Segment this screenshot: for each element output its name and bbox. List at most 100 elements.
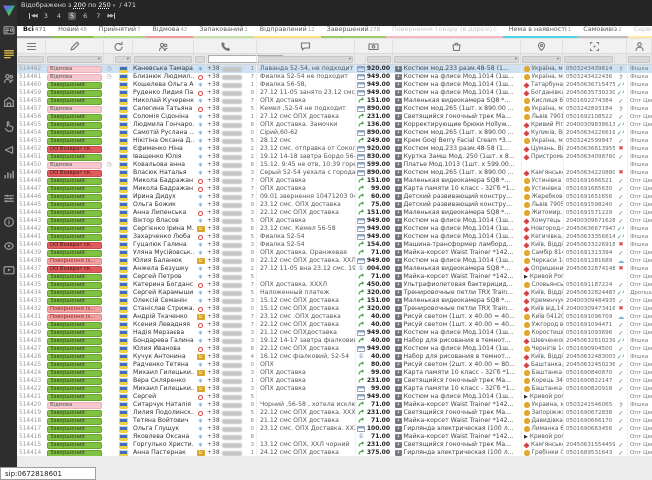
table-row[interactable]: 514415ЗавершенийГоргулько Христи...✳+383…	[17, 441, 652, 449]
table-row[interactable]: 514453ЗавершенийНікітіна Оксана Д...✳+38…	[17, 137, 652, 145]
table-row[interactable]: 514429ЗавершенийНадія Мерзаєва✳+38321.12…	[17, 329, 652, 337]
table-row[interactable]: 514434ЗавершенийСергей Карамыши...✳+385Н…	[17, 289, 652, 297]
table-row[interactable]: 514444ЗавершенийАнна Липенська+38322.12 …	[17, 209, 652, 217]
tab-повернення-товару-в-дорозі-[interactable]: Повернення товару (в дорозі)0	[386, 26, 503, 38]
first-page-button[interactable]: ◀◀	[29, 13, 37, 19]
table-row[interactable]: 514436ЗавершенийСергей Петров✳+38571.001…	[17, 273, 652, 281]
table-row[interactable]: 514451ЗавершенийІващенко Юлія✳+38219.12 …	[17, 153, 652, 161]
filter-dropdown[interactable]: ▾	[394, 56, 519, 63]
eye-icon[interactable]	[2, 239, 15, 252]
range-caret-icon[interactable]: ▾	[113, 3, 116, 9]
table-row[interactable]: 514447ЗавершенийМикола Бадражан+387ОПХ д…	[17, 185, 652, 193]
filter-dropdown[interactable]: ▾	[47, 56, 102, 63]
tab-самовивіз[interactable]: Самовивіз2	[577, 26, 627, 38]
column-header-edit-icon[interactable]	[46, 39, 104, 53]
table-row[interactable]: 514460ЗавершенийКошелева Ольга А...✳+381…	[17, 81, 652, 89]
contacts-icon[interactable]	[2, 71, 15, 84]
table-row[interactable]: 514423ЗавершенийВера Скляренко✳+381ОПХ д…	[17, 377, 652, 385]
table-row[interactable]: 514425ЗавершенийРадченко Тетяна✳+380ОПХ8…	[17, 361, 652, 369]
table-row[interactable]: 514462Відмова◷Каневська Тамара✳+381Лаван…	[17, 65, 652, 73]
product-title: Детский развивающий констру...	[404, 193, 513, 201]
table-row[interactable]: 514432Повернення (з...Станіслав Стрижа..…	[17, 305, 652, 313]
table-row[interactable]: 514445ЗавершенийОльга Божик✳+38923.12 см…	[17, 201, 652, 209]
table-row[interactable]: 514433ЗавершенийОлексій Семанін✳+38315.1…	[17, 297, 652, 305]
video-icon[interactable]	[2, 263, 15, 276]
column-header-person-icon[interactable]	[627, 39, 652, 53]
page-button[interactable]: 6	[81, 12, 89, 20]
table-row[interactable]: 514456ЗавершенийСоломія Сідоніна✳+38127.…	[17, 113, 652, 121]
table-row[interactable]: 514435ЗавершенийКатерина Богданс...+387О…	[17, 281, 652, 289]
page-button[interactable]: 5	[68, 12, 76, 20]
table-row[interactable]: 514426ЗавершенийКучук Антонинаlc+38416.1…	[17, 353, 652, 361]
range-from[interactable]: 200	[74, 1, 86, 9]
order-total: 151.00	[366, 297, 393, 305]
table-row[interactable]: 514421ЗавершенийСергей+385949.001Костюм …	[17, 393, 652, 401]
column-header-bag-icon[interactable]	[393, 39, 521, 53]
filter-dropdown[interactable]	[195, 56, 205, 63]
warehouse-icon[interactable]	[2, 95, 15, 108]
table-row[interactable]: 514438Повернення (з...Юлия Баланюкlc+389…	[17, 257, 652, 265]
table-row[interactable]: 514420ВідмоваСитарчук Наталія✳+389Чорний…	[17, 401, 652, 409]
column-header-list-icon[interactable]	[17, 39, 46, 53]
column-header-location-icon[interactable]	[521, 39, 563, 53]
table-row[interactable]: 514419ЗавершенийЛилия Подолинск...+38522…	[17, 409, 652, 417]
table-row[interactable]: 514449DO Возврат ск.Власюк Наталья✳+383С…	[17, 169, 652, 177]
info-icon[interactable]	[2, 215, 15, 228]
table-row[interactable]: 514442ЗавершенийСергієнко Ірина М...lc+3…	[17, 225, 652, 233]
table-row[interactable]: 514446ЗавершенийИрина Дидух✳+38709.01 зв…	[17, 193, 652, 201]
table-row[interactable]: 514454ЗавершенийСамотій Руслана ...✳+380…	[17, 129, 652, 137]
table-row[interactable]: 514461Відмова◷Близнюк Людмил...+387Фиалк…	[17, 73, 652, 81]
product-title: Набор для рисования в темнот...	[404, 337, 511, 345]
column-header-phone-icon[interactable]	[194, 39, 257, 53]
orders-icon[interactable]	[2, 47, 15, 60]
stats-icon[interactable]	[2, 167, 15, 180]
table-row[interactable]: 514452DO Возврат ск.Єфименко Ніна✳+38223…	[17, 145, 652, 153]
table-row[interactable]: 514440DO Возврат ск.Гуцалюк Галина✳+383Ф…	[17, 241, 652, 249]
table-row[interactable]: 514443ЗавершенийВіктор Власов✳+385ОПХ до…	[17, 217, 652, 225]
table-row[interactable]: 514431Повернення (з...Андрій Ткаченкоlc+…	[17, 313, 652, 321]
column-header-chat-icon[interactable]	[257, 39, 355, 53]
filter-dropdown[interactable]	[628, 56, 650, 63]
campaign-icon[interactable]	[2, 143, 15, 156]
filter-dropdown[interactable]	[564, 56, 613, 63]
table-row[interactable]: 514416ЗавершенийЯковлева Оксана✳+388①71.…	[17, 433, 652, 441]
column-header-users-icon[interactable]	[133, 39, 194, 53]
tracking-number: 20450634226619	[563, 129, 615, 137]
table-row[interactable]: 514424ЗавершенийМихаил Гилецьки...lc+383…	[17, 369, 652, 377]
filter-dropdown[interactable]	[367, 56, 391, 63]
table-row[interactable]: 514428ЗавершенийБондарева Галина✳+38319.…	[17, 337, 652, 345]
filter-dropdown[interactable]	[134, 56, 192, 63]
app-logo[interactable]	[2, 2, 16, 15]
column-header-refresh-icon[interactable]	[104, 39, 133, 53]
table-row[interactable]: 514427ЗавершенийЮлия Иванова+38822.12 см…	[17, 345, 652, 353]
page-button[interactable]: 4	[55, 12, 63, 20]
id-card-icon[interactable]	[2, 23, 15, 36]
tab-відмова[interactable]: Відмова42	[146, 26, 193, 38]
table-row[interactable]: 514458ЗавершенийНиколай Кучеренк...✳+387…	[17, 97, 652, 105]
table-row[interactable]: 514422ЗавершенийМихаил Гилецьки...lc+383…	[17, 385, 652, 393]
hand-icon[interactable]	[2, 119, 15, 132]
filter-dropdown[interactable]: ▾	[258, 56, 353, 63]
column-header-scan-icon[interactable]	[563, 39, 627, 53]
table-row[interactable]: 514457ВідмоваСалегина Татьяна+385Кемел ,…	[17, 105, 652, 113]
table-row[interactable]: 514455ЗавершенийЛюдмила Гончаро...✳+388О…	[17, 121, 652, 129]
phone-redacted	[222, 347, 242, 352]
table-row[interactable]: 514417ЗавершенийОльга Глущук✳+38023.12 с…	[17, 425, 652, 433]
filter-dropdown[interactable]: ▾	[115, 56, 131, 63]
filter-dropdown[interactable]	[18, 56, 44, 63]
page-button[interactable]: 7	[94, 12, 102, 20]
column-header-money-icon[interactable]	[355, 39, 393, 53]
range-to[interactable]: 250	[98, 1, 110, 9]
table-row[interactable]: 514448ЗавершенийМикола Бадражан+387ОПХ д…	[17, 177, 652, 185]
table-row[interactable]: 514450Відмова◷Ковальова анна✳+38815.12. …	[17, 161, 652, 169]
table-row[interactable]: 514441ЗавершенийЗахарченко Люба+385Фиалк…	[17, 233, 652, 241]
tune-icon[interactable]	[2, 191, 15, 204]
table-row[interactable]: 514437DO Возврат ск.Анжела Безушку✳+3822…	[17, 265, 652, 273]
table-row[interactable]: 514439ЗавершенийУляна Мусійовськ...✳+389…	[17, 249, 652, 257]
filter-dropdown[interactable]: ▾	[522, 56, 561, 63]
last-page-button[interactable]: ▶▶	[107, 13, 115, 19]
table-row[interactable]: 514430ЗавершенийКсения Левадняя+38722.12…	[17, 321, 652, 329]
table-row[interactable]: 514418ЗавершенийТетяна Войтович✳+38621.1…	[17, 417, 652, 425]
table-row[interactable]: 514459ЗавершенийРуденко Лидия Па...+3892…	[17, 89, 652, 97]
page-button[interactable]: 3	[42, 12, 50, 20]
